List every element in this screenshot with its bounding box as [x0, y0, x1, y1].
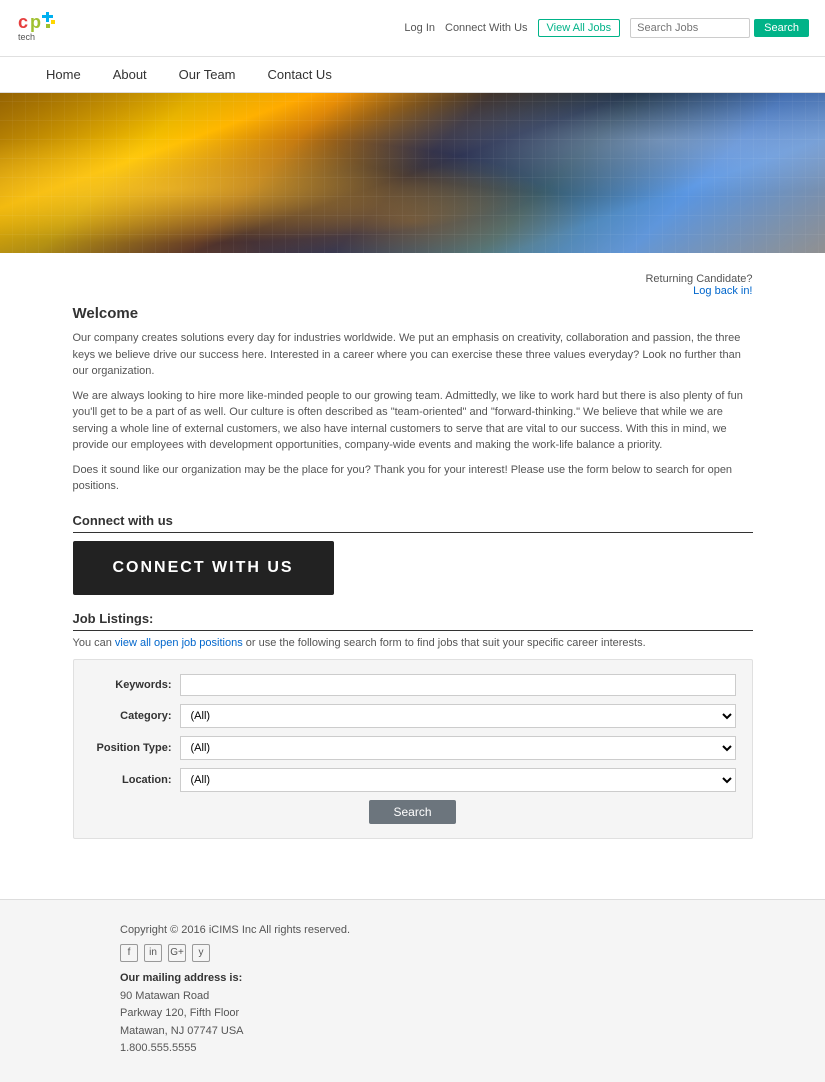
- position-type-select[interactable]: (All): [180, 736, 736, 760]
- job-listings-heading: Job Listings:: [73, 611, 753, 631]
- svg-text:tech: tech: [18, 32, 35, 42]
- keywords-input[interactable]: [180, 674, 736, 696]
- connect-heading: Connect with us: [73, 513, 753, 533]
- main-nav: Home About Our Team Contact Us: [0, 57, 825, 93]
- top-search-form: Search: [630, 18, 809, 38]
- top-links: Log In Connect With Us View All Jobs Sea…: [404, 18, 809, 38]
- connect-section: Connect with us CONNECT WITH US: [73, 513, 753, 595]
- top-bar: c p tech Log In Connect With Us View All…: [0, 0, 825, 57]
- keywords-label: Keywords:: [90, 679, 180, 691]
- connect-with-us-link[interactable]: Connect With Us: [445, 22, 528, 34]
- search-btn-wrap: Search: [90, 800, 736, 824]
- location-select[interactable]: (All): [180, 768, 736, 792]
- footer: Copyright © 2016 iCIMS Inc All rights re…: [0, 899, 825, 1082]
- twitter-icon[interactable]: y: [192, 944, 210, 962]
- footer-copyright: Copyright © 2016 iCIMS Inc All rights re…: [120, 924, 705, 936]
- google-plus-icon[interactable]: G+: [168, 944, 186, 962]
- connect-with-us-button[interactable]: CONNECT WITH US: [73, 541, 334, 595]
- position-type-label: Position Type:: [90, 742, 180, 754]
- hero-image: [0, 93, 825, 253]
- logo-icon: c p tech: [16, 8, 66, 48]
- returning-text: Returning Candidate?: [645, 273, 752, 285]
- address-lines: 90 Matawan Road Parkway 120, Fifth Floor…: [120, 988, 705, 1058]
- footer-address: Our mailing address is: 90 Matawan Road …: [120, 972, 705, 1058]
- address-line3: Matawan, NJ 07747 USA: [120, 1025, 244, 1037]
- address-line1: 90 Matawan Road: [120, 990, 209, 1002]
- nav-contact-us[interactable]: Contact Us: [252, 57, 348, 92]
- job-listings-section: Job Listings: You can view all open job …: [73, 611, 753, 839]
- job-search-form: Keywords: Category: (All) Position Type:…: [73, 659, 753, 839]
- location-row: Location: (All): [90, 768, 736, 792]
- top-search-input[interactable]: [630, 18, 750, 38]
- address-line4: 1.800.555.5555: [120, 1042, 196, 1054]
- address-heading: Our mailing address is:: [120, 972, 705, 984]
- welcome-para2: We are always looking to hire more like-…: [73, 388, 753, 454]
- welcome-para1: Our company creates solutions every day …: [73, 330, 753, 380]
- facebook-icon[interactable]: f: [120, 944, 138, 962]
- desc-prefix: You can: [73, 637, 115, 649]
- logo: c p tech: [16, 8, 66, 48]
- returning-candidate: Returning Candidate? Log back in!: [73, 273, 753, 297]
- welcome-para3: Does it sound like our organization may …: [73, 462, 753, 495]
- nav-our-team[interactable]: Our Team: [163, 57, 252, 92]
- location-label: Location:: [90, 774, 180, 786]
- position-type-row: Position Type: (All): [90, 736, 736, 760]
- job-search-button[interactable]: Search: [369, 800, 455, 824]
- log-back-in-link[interactable]: Log back in!: [693, 285, 752, 297]
- main-content: Returning Candidate? Log back in! Welcom…: [63, 253, 763, 859]
- category-row: Category: (All): [90, 704, 736, 728]
- view-all-jobs-link[interactable]: View All Jobs: [538, 19, 621, 37]
- keywords-row: Keywords:: [90, 674, 736, 696]
- nav-about[interactable]: About: [97, 57, 163, 92]
- welcome-section: Welcome Our company creates solutions ev…: [73, 305, 753, 495]
- login-link[interactable]: Log In: [404, 22, 435, 34]
- job-listings-description: You can view all open job positions or u…: [73, 637, 753, 649]
- category-select[interactable]: (All): [180, 704, 736, 728]
- address-line2: Parkway 120, Fifth Floor: [120, 1007, 239, 1019]
- view-all-positions-link[interactable]: view all open job positions: [115, 637, 243, 649]
- top-search-button[interactable]: Search: [754, 19, 809, 37]
- welcome-heading: Welcome: [73, 305, 753, 322]
- nav-home[interactable]: Home: [30, 57, 97, 92]
- svg-text:c: c: [18, 12, 28, 32]
- svg-text:p: p: [30, 12, 41, 32]
- social-icons: f in G+ y: [120, 944, 705, 962]
- connect-button-wrap: CONNECT WITH US: [73, 541, 753, 595]
- desc-suffix: or use the following search form to find…: [243, 637, 646, 649]
- linkedin-icon[interactable]: in: [144, 944, 162, 962]
